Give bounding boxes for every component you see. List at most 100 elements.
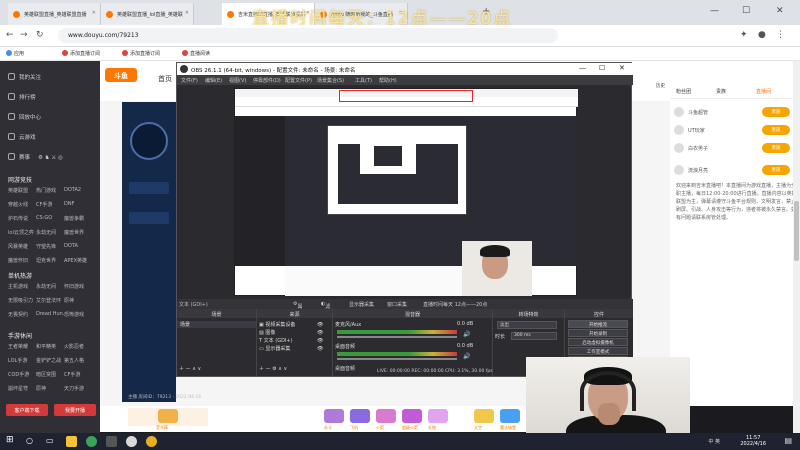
task-view-icon[interactable]: ▭ [46, 436, 57, 447]
maximize-icon[interactable]: ☐ [599, 64, 605, 72]
browser-tab[interactable]: 英雄联盟直播_lol直播_英雄联 ✕ [101, 3, 194, 25]
extensions-icon[interactable]: ✦ [740, 30, 748, 40]
category-link[interactable]: LOL手游 [8, 357, 36, 369]
list-item[interactable]: 白衣男子 贵族 [674, 141, 796, 155]
up-icon[interactable]: ∧ [278, 366, 282, 372]
category-link[interactable]: 天刀手游 [64, 385, 92, 397]
start-streaming-button[interactable]: 开始推流 [568, 320, 628, 328]
scene-item[interactable]: 场景 [177, 321, 256, 328]
list-item[interactable]: 流浪月亮 贵族 [674, 163, 796, 177]
category-link[interactable]: 王者荣耀 [8, 343, 36, 355]
category-link[interactable]: DOTA2 [64, 187, 92, 199]
bookmark[interactable]: 直播阅读 [182, 50, 210, 57]
duration-input[interactable]: 300 ms [511, 332, 557, 340]
category-link[interactable]: 穿越火线 [8, 201, 36, 213]
maximize-icon[interactable]: ☐ [742, 6, 750, 16]
category-link[interactable]: 魔兽争霸 [64, 215, 92, 227]
category-link[interactable]: 恐怖游戏 [64, 311, 92, 323]
down-icon[interactable]: ∨ [197, 366, 201, 372]
source-item[interactable]: T 文本 (GDI+) [259, 337, 293, 344]
add-icon[interactable]: ＋ [179, 366, 184, 372]
back-icon[interactable]: ← [6, 30, 14, 40]
tab-noble[interactable]: 贵族 [716, 88, 726, 95]
source-item[interactable]: ▣ 视频采集设备 [259, 321, 295, 328]
close-icon[interactable]: ✕ [92, 10, 96, 16]
category-link[interactable]: 怀旧游戏 [64, 283, 92, 295]
up-icon[interactable]: ∧ [192, 366, 196, 372]
search-icon[interactable]: ○ [26, 436, 37, 447]
reload-icon[interactable]: ↻ [36, 30, 44, 40]
menu-docks[interactable]: 停靠部件(D) [253, 77, 281, 84]
speaker-icon[interactable]: 🔊 [463, 353, 470, 360]
sidebar-item-replay[interactable]: 回放中心 [8, 113, 41, 121]
category-link[interactable]: APEX英雄 [64, 257, 92, 269]
volume-slider[interactable] [337, 358, 457, 360]
visibility-icons[interactable]: 👁 👁 👁 👁 [317, 321, 323, 353]
close-icon[interactable]: ✕ [619, 64, 625, 72]
category-link[interactable]: DOTA [64, 243, 92, 255]
category-link[interactable]: DNF [64, 201, 92, 213]
category-link[interactable]: 英雄联盟 [8, 187, 36, 199]
remove-icon[interactable]: — [266, 366, 271, 372]
properties-button[interactable]: ⚙ 属性 [293, 301, 303, 317]
category-link[interactable]: 暗区突围 [36, 371, 64, 383]
filters-button[interactable]: ◐ 滤镜 [321, 301, 330, 317]
down-icon[interactable]: ∨ [284, 366, 288, 372]
category-link[interactable]: 魔兽世界 [64, 229, 92, 241]
url-input[interactable]: www.douyu.com/79213 [58, 28, 558, 43]
gift-icon[interactable] [376, 409, 396, 423]
category-link[interactable]: CS:GO [36, 215, 64, 227]
bookmark-apps[interactable]: 应用 [6, 50, 24, 57]
category-link[interactable]: 无限吸引力 [8, 297, 36, 309]
close-icon[interactable]: ✕ [185, 10, 189, 16]
profile-icon[interactable]: ● [758, 30, 766, 40]
virtual-camera-button[interactable]: 启动虚拟摄像机 [568, 338, 628, 346]
sidebar-item-events[interactable]: 赛事 ⚙ ♞ ⚔ ◎ [8, 153, 63, 161]
toolbar-tab[interactable]: 显示器采集 [349, 301, 374, 308]
sidebar-item-cloudgame[interactable]: 云游戏 [8, 133, 36, 141]
gift-icon[interactable] [324, 409, 344, 423]
add-icon[interactable]: ＋ [259, 366, 264, 372]
gear-icon[interactable]: ⚙ [272, 366, 276, 372]
toolbar-tab[interactable]: 窗口采集 [387, 301, 407, 308]
category-link[interactable]: 热门游戏 [36, 187, 64, 199]
category-link[interactable]: 永劫无间 [36, 229, 64, 241]
category-link[interactable]: 和平精英 [36, 343, 64, 355]
gift-icon[interactable] [350, 409, 370, 423]
category-link[interactable]: 无畏契约 [8, 311, 36, 323]
category-link[interactable]: 火影忍者 [64, 343, 92, 355]
douyu-logo[interactable]: 斗鱼 [105, 68, 137, 82]
category-link[interactable]: 崩坏星穹 [8, 385, 36, 397]
source-item[interactable]: ▨ 图像 [259, 329, 275, 336]
client-download-button[interactable]: 客户端下载 [6, 404, 48, 416]
category-link[interactable]: 金铲铲之战 [36, 357, 64, 369]
gift-icon[interactable] [428, 409, 448, 423]
gift-icon[interactable] [402, 409, 422, 423]
menu-profile[interactable]: 配置文件(P) [285, 77, 312, 84]
tab-room[interactable]: 直播间 [756, 88, 771, 95]
remove-icon[interactable]: — [186, 366, 191, 372]
category-link[interactable]: 魔兽怀旧 [8, 257, 36, 269]
gift-icon[interactable] [158, 409, 178, 423]
category-link[interactable]: CF手游 [64, 371, 92, 383]
browser-tab[interactable]: 英雄联盟直播_英雄联盟直播 ✕ [8, 3, 101, 25]
category-link[interactable]: COD手游 [8, 371, 36, 383]
category-link[interactable]: 艾尔登法环 [36, 297, 64, 309]
list-item[interactable]: 斗鱼超管 贵族 [674, 105, 796, 119]
menu-icon[interactable]: ⋮ [776, 30, 785, 40]
forward-icon[interactable]: → [20, 30, 28, 40]
file-explorer-icon[interactable] [66, 436, 77, 447]
scrollbar-thumb[interactable] [794, 201, 799, 261]
category-link[interactable]: Dread Hun... [36, 311, 64, 323]
menu-edit[interactable]: 编辑(E) [205, 77, 222, 84]
nav-home[interactable]: 首页 [158, 74, 172, 84]
notification-icon[interactable]: ▤ [784, 436, 792, 445]
page-scrollbar[interactable] [793, 61, 800, 433]
gift-icon[interactable] [500, 409, 520, 423]
text-source-value[interactable]: 直播时间每天 12点——20点 [423, 301, 487, 308]
category-link[interactable]: 风暴英雄 [8, 243, 36, 255]
category-link[interactable]: CF手游 [36, 201, 64, 213]
category-link[interactable]: 原神 [64, 297, 92, 309]
gift-icon[interactable] [474, 409, 494, 423]
bookmark[interactable]: 添加直播订阅 [122, 50, 160, 57]
